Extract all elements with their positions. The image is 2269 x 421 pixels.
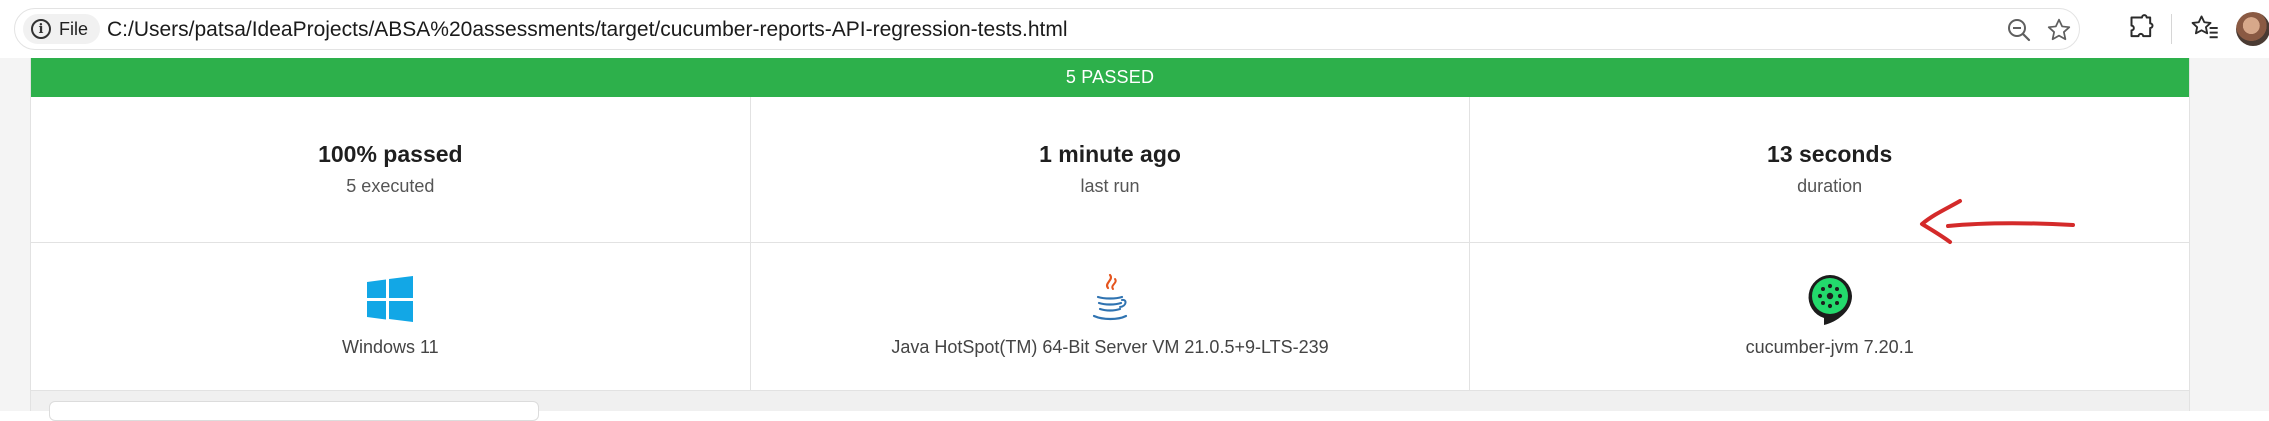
env-label: cucumber-jvm 7.20.1: [1745, 337, 1914, 357]
stat-passed: 100% passed 5 executed: [31, 97, 751, 242]
env-os: Windows 11: [31, 243, 751, 390]
stat-label: 5 executed: [346, 176, 435, 196]
info-icon: i: [31, 19, 51, 39]
stat-value: 100% passed: [318, 141, 463, 167]
avatar[interactable]: [2236, 12, 2269, 46]
environment-row: Windows 11 Java HotSpot(TM) 64-Bit Serve…: [31, 243, 2189, 391]
search-input[interactable]: [49, 401, 539, 421]
env-label: Java HotSpot(TM) 64-Bit Server VM 21.0.5…: [891, 337, 1329, 357]
java-logo-icon: [1088, 273, 1132, 325]
summary-grid: 100% passed 5 executed 1 minute ago last…: [31, 97, 2189, 391]
env-cucumber: cucumber-jvm 7.20.1: [1470, 243, 2189, 390]
status-banner: 5 PASSED: [31, 58, 2189, 97]
stats-row: 100% passed 5 executed 1 minute ago last…: [31, 97, 2189, 243]
windows-logo-icon: [366, 273, 414, 325]
report-panel: 5 PASSED 100% passed 5 executed 1 minute…: [30, 58, 2190, 421]
star-icon[interactable]: [2045, 16, 2073, 44]
red-arrow-annotation: [1920, 199, 2075, 244]
stat-label: last run: [1080, 176, 1140, 196]
toolbar-divider: [2171, 14, 2172, 44]
report-page: 5 PASSED 100% passed 5 executed 1 minute…: [0, 58, 2269, 421]
browser-toolbar: i File C:/Users/patsa/IdeaProjects/ABSA%…: [0, 0, 2269, 58]
env-label: Windows 11: [341, 337, 439, 357]
favorites-icon[interactable]: [2190, 13, 2220, 43]
stat-value: 1 minute ago: [1039, 141, 1181, 167]
cucumber-logo-icon: [1805, 273, 1855, 325]
stat-last-run: 1 minute ago last run: [751, 97, 1471, 242]
stat-value: 13 seconds: [1767, 141, 1893, 167]
zoom-out-icon[interactable]: [2005, 16, 2033, 44]
stat-label: duration: [1797, 176, 1863, 196]
stat-duration: 13 seconds duration: [1470, 97, 2189, 242]
site-info-button[interactable]: i File: [23, 14, 101, 44]
extensions-icon[interactable]: [2127, 13, 2157, 43]
url-text[interactable]: C:/Users/patsa/IdeaProjects/ABSA%20asses…: [107, 18, 1068, 42]
env-java: Java HotSpot(TM) 64-Bit Server VM 21.0.5…: [751, 243, 1471, 390]
address-bar[interactable]: i File C:/Users/patsa/IdeaProjects/ABSA%…: [14, 8, 2080, 50]
file-chip-label: File: [59, 18, 89, 39]
